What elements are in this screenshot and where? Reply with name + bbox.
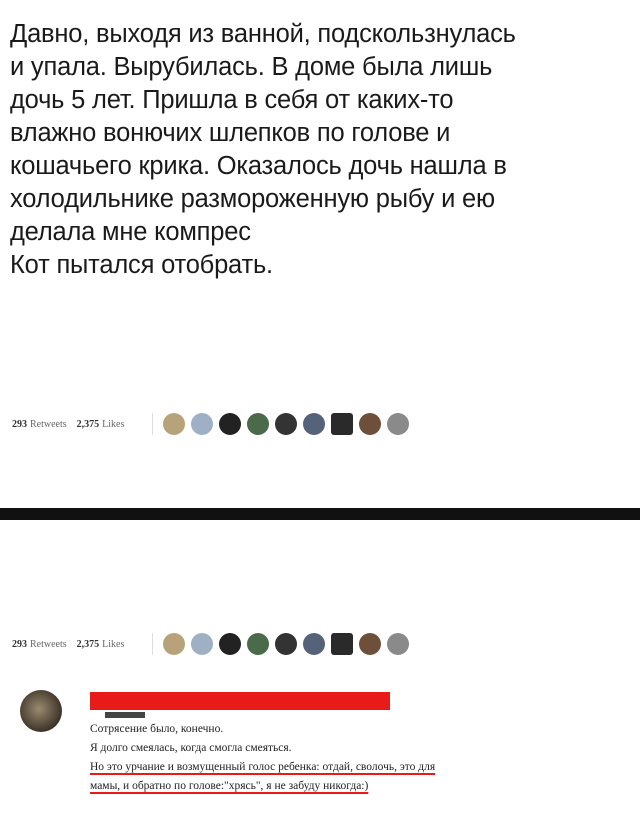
retweets-count[interactable]: 293	[12, 419, 27, 430]
reply-line: мамы, и обратно по голове:"хрясь", я не …	[90, 780, 369, 792]
retweets-label[interactable]: Retweets	[30, 419, 67, 430]
avatar[interactable]	[163, 633, 186, 655]
avatar[interactable]	[219, 413, 242, 435]
avatar[interactable]	[247, 413, 270, 435]
retweets-count[interactable]: 293	[12, 639, 27, 650]
avatar[interactable]	[20, 690, 62, 732]
tweet-stats-top: 293 Retweets 2,375 Likes	[12, 404, 415, 444]
reply-line: Я долго смеялась, когда смогла смеяться.	[90, 742, 292, 754]
avatar[interactable]	[303, 413, 326, 435]
likers-avatars	[152, 633, 415, 655]
avatar[interactable]	[163, 413, 186, 435]
section-divider	[0, 508, 640, 520]
tweet-line: делала мне компрес	[10, 218, 251, 246]
likers-avatars	[152, 413, 415, 435]
avatar[interactable]	[191, 633, 214, 655]
likes-count[interactable]: 2,375	[77, 419, 100, 430]
avatar[interactable]	[387, 633, 410, 655]
reply-text: Сотрясение было, конечно. Я долго смеяла…	[90, 720, 435, 796]
avatar[interactable]	[359, 633, 382, 655]
avatar[interactable]	[387, 413, 410, 435]
avatar[interactable]	[359, 413, 382, 435]
tweet-line: влажно вонючих шлепков по голове и	[10, 119, 451, 147]
reply-tweet: ⌄ Сотрясение было, конечно. Я долго смея…	[20, 690, 625, 820]
likes-label[interactable]: Likes	[102, 639, 124, 650]
avatar[interactable]	[303, 633, 326, 655]
avatar[interactable]	[275, 633, 298, 655]
tweet-line: Давно, выходя из ванной, подскользнулась	[10, 20, 516, 48]
tweet-line: холодильнике размороженную рыбу и ею	[10, 185, 495, 213]
avatar[interactable]	[331, 633, 354, 655]
tweet-stats-bottom: 293 Retweets 2,375 Likes	[12, 624, 415, 664]
tweet-line: и упала. Вырубилась. В доме была лишь	[10, 53, 493, 81]
retweets-label[interactable]: Retweets	[30, 639, 67, 650]
avatar[interactable]	[331, 413, 354, 435]
avatar[interactable]	[219, 633, 242, 655]
redacted-username	[90, 692, 390, 710]
tweet-line: Кот пытался отобрать.	[10, 251, 273, 279]
likes-label[interactable]: Likes	[102, 419, 124, 430]
reply-line: Сотрясение было, конечно.	[90, 723, 224, 735]
avatar[interactable]	[247, 633, 270, 655]
tweet-text: Давно, выходя из ванной, подскользнулась…	[10, 18, 635, 282]
avatar[interactable]	[275, 413, 298, 435]
redacted-handle	[105, 712, 145, 718]
tweet-line: дочь 5 лет. Пришла в себя от каких-то	[10, 86, 454, 114]
avatar[interactable]	[191, 413, 214, 435]
reply-line: Но это урчание и возмущенный голос ребен…	[90, 761, 436, 773]
likes-count[interactable]: 2,375	[77, 639, 100, 650]
tweet-line: кошачьего крика. Оказалось дочь нашла в	[10, 152, 507, 180]
